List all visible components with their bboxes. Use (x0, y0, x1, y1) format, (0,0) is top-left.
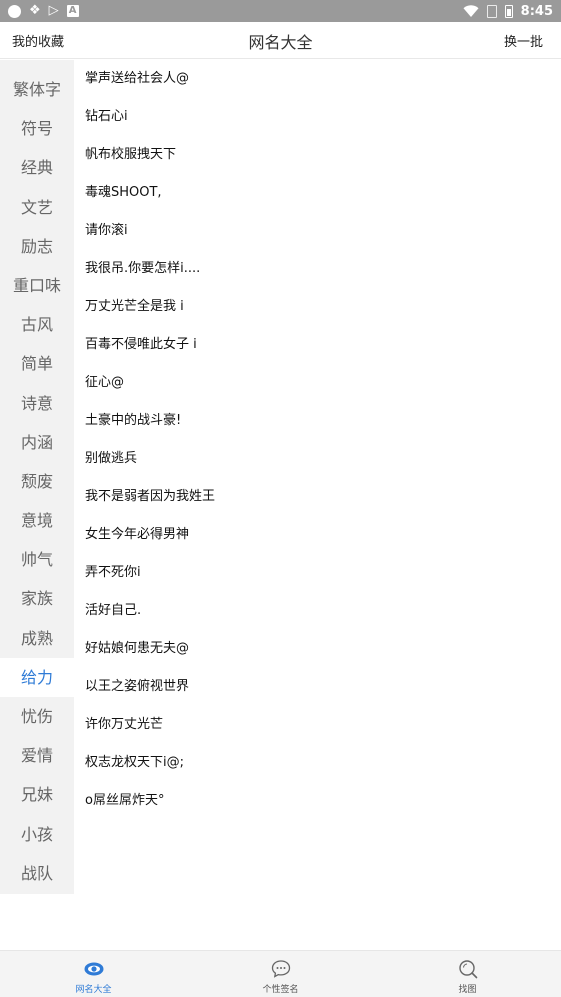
list-item[interactable]: 请你滚i (74, 212, 561, 250)
list-item[interactable]: 毒魂SHOOT, (74, 174, 561, 212)
search-icon (458, 960, 477, 979)
tab-nickname-collection[interactable]: 网名大全 (0, 951, 187, 997)
list-item[interactable]: o屌丝屌炸天° (74, 782, 561, 820)
list-item[interactable]: 女生今年必得男神 (74, 516, 561, 554)
tab-signature[interactable]: 个性签名 (187, 951, 374, 997)
chat-bubble-icon (271, 960, 290, 978)
sidebar-top-spacer (0, 60, 74, 70)
refresh-batch-button[interactable]: 换一批 (504, 31, 543, 50)
tab-find-images[interactable]: 找图 (374, 951, 561, 997)
bottom-tab-bar: 网名大全 个性签名 找图 (0, 950, 561, 997)
play-store-icon: ▷ (48, 3, 59, 18)
eye-icon (84, 962, 103, 976)
favorites-button[interactable]: 我的收藏 (12, 31, 64, 50)
battery-icon (504, 4, 513, 18)
app-icon: ❖ (29, 3, 41, 18)
app-header: 我的收藏 网名大全 换一批 (0, 22, 561, 59)
list-item[interactable]: 以王之姿俯视世界 (74, 668, 561, 706)
sidebar-item-category[interactable]: 颓废 (0, 462, 74, 501)
list-item[interactable]: 征心@ (74, 364, 561, 402)
category-sidebar: 繁体字 符号 经典 文艺 励志 重口味 古风 简单 诗意 内涵 颓废 意境 帅气 家族 成熟 给力 忧伤 爱情 兄妹… (0, 60, 74, 894)
list-item[interactable]: 帆布校服拽天下 (74, 136, 561, 174)
name-items: 掌声送给社会人@ 钻石心i 帆布校服拽天下 毒魂SHOOT, 请你滚i 我很吊.你要怎样i… (74, 60, 561, 820)
status-left-icons: ❖ ▷ A (8, 3, 79, 19)
status-right-icons: 8:45 (463, 3, 553, 19)
list-item[interactable]: 我很吊.你要怎样i.... (74, 250, 561, 288)
sidebar-item-category[interactable]: 给力 (0, 657, 74, 697)
sidebar-item-category[interactable]: 简单 (0, 344, 74, 383)
sim-icon (486, 4, 497, 18)
list-item[interactable]: 百毒不侵唯此女子 i (74, 326, 561, 364)
sidebar-item-category[interactable]: 爱情 (0, 736, 74, 775)
sidebar-item-category[interactable]: 兄妹 (0, 775, 74, 814)
sidebar-item-category[interactable]: 忧伤 (0, 697, 74, 736)
name-list: 掌声送给社会人@ 钻石心i 帆布校服拽天下 毒魂SHOOT, 请你滚i 我很吊.你要怎样i… (74, 60, 561, 894)
sidebar-item-category[interactable]: 符号 (0, 109, 74, 148)
page-title: 网名大全 (248, 33, 313, 52)
list-item[interactable]: 土豪中的战斗豪! (74, 402, 561, 440)
list-item[interactable]: 别做逃兵 (74, 440, 561, 478)
a-icon: A (66, 5, 79, 17)
sidebar-item-category[interactable]: 内涵 (0, 423, 74, 462)
sidebar-item-category[interactable]: 文艺 (0, 188, 74, 227)
status-bar: ❖ ▷ A 8:45 (0, 0, 561, 22)
list-item[interactable]: 钻石心i (74, 98, 561, 136)
tab-label: 个性签名 (262, 985, 299, 995)
sidebar-item-category[interactable]: 重口味 (0, 266, 74, 305)
list-item[interactable]: 许你万丈光芒 (74, 706, 561, 744)
tab-label: 网名大全 (75, 985, 112, 995)
sidebar-item-category[interactable]: 经典 (0, 148, 74, 187)
sidebar-item-category[interactable]: 小孩 (0, 815, 74, 854)
sidebar-item-category[interactable]: 战队 (0, 854, 74, 893)
sidebar-item-category[interactable]: 繁体字 (0, 70, 74, 109)
list-item[interactable]: 活好自己. (74, 592, 561, 630)
list-item[interactable]: 掌声送给社会人@ (74, 60, 561, 98)
sidebar-item-category[interactable]: 家族 (0, 579, 74, 618)
list-item[interactable]: 好姑娘何患无夫@ (74, 630, 561, 668)
list-item[interactable]: 权志龙权天下i@; (74, 744, 561, 782)
status-time: 8:45 (520, 3, 553, 19)
sidebar-item-category[interactable]: 成熟 (0, 619, 74, 658)
sidebar-item-category[interactable]: 励志 (0, 227, 74, 266)
wifi-icon (463, 4, 479, 17)
tab-label: 找图 (458, 985, 477, 995)
sidebar-item-category[interactable]: 意境 (0, 501, 74, 540)
list-item[interactable]: 我不是弱者因为我姓王 (74, 478, 561, 516)
circle-icon (8, 4, 21, 18)
list-item[interactable]: 万丈光芒全是我 i (74, 288, 561, 326)
content-bottom-spacer (0, 894, 561, 950)
sidebar-item-category[interactable]: 帅气 (0, 540, 74, 579)
sidebar-item-category[interactable]: 诗意 (0, 384, 74, 423)
category-list: 繁体字 符号 经典 文艺 励志 重口味 古风 简单 诗意 内涵 颓废 意境 帅气 家族 成熟 给力 忧伤 爱情 兄妹… (0, 70, 74, 893)
sidebar-item-category[interactable]: 古风 (0, 305, 74, 344)
list-item[interactable]: 弄不死你i (74, 554, 561, 592)
